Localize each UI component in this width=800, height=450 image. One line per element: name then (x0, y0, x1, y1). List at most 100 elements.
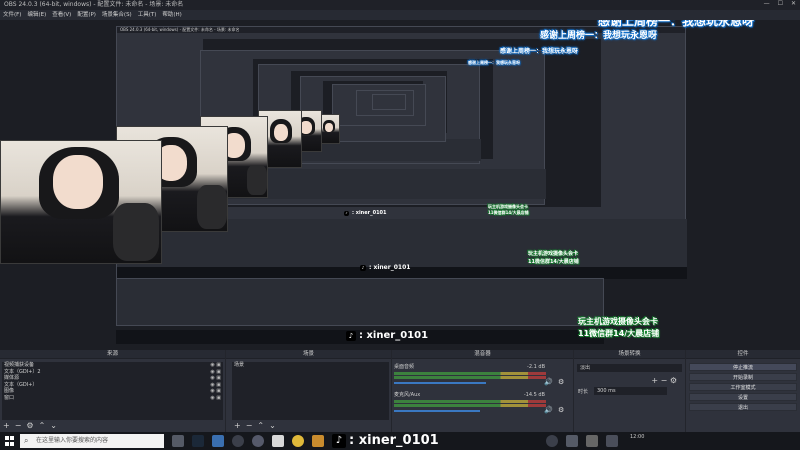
eye-lock-icons[interactable]: ◉ ▣ (210, 395, 221, 402)
studio-mode-button[interactable]: 工作室模式 (689, 383, 797, 391)
promo-overlay-copy3-line2: 11微信群14/大晨店铺 (488, 210, 529, 215)
menu-view[interactable]: 查看(V) (52, 10, 71, 20)
app-icon[interactable] (566, 435, 578, 447)
promo-overlay-copy1-line1: 玩主机游戏摄像头会卡 (578, 317, 658, 326)
nickname-overlay-copy-2: ♪ : xiner_0101 (360, 264, 410, 271)
menu-profile[interactable]: 配置(P) (77, 10, 96, 20)
obs-icon[interactable] (252, 435, 264, 447)
eye-lock-icons[interactable]: ◉ ▣ (210, 382, 221, 389)
remove-icon[interactable]: − (246, 421, 253, 431)
nickname-text: : xiner_0101 (352, 210, 387, 216)
source-item[interactable]: 文本（GDI+）2 ◉ ▣ (2, 369, 223, 376)
menu-bar: 文件(F) 编辑(E) 查看(V) 配置(P) 场景集合(S) 工具(T) 帮助… (0, 10, 800, 20)
windows-start-icon[interactable] (5, 436, 15, 446)
sources-dock: 来源 视频捕获设备 ◉ ▣ 文本（GDI+）2 ◉ ▣ 媒体源 ◉ ▣ 文本（GDI+… (0, 350, 226, 432)
level-meter (394, 372, 546, 375)
window-controls: — ☐ ✕ (764, 0, 796, 10)
menu-scene-collection[interactable]: 场景集合(S) (102, 10, 132, 20)
mixer-track-mic: 麦克风/Aux -14.5 dB 🔊 ⚙ (394, 392, 571, 420)
volume-slider[interactable] (394, 382, 486, 384)
source-item[interactable]: 文本（GDI+） ◉ ▣ (2, 382, 223, 389)
transitions-dock: 场景转换 淡出 + − ⚙ 时长 300 ms (574, 350, 686, 432)
app-icon[interactable] (272, 435, 284, 447)
duration-label: 时长 (578, 389, 589, 395)
transition-add-remove: + − ⚙ (651, 376, 677, 385)
nickname-text: : xiner_0101 (349, 433, 439, 448)
stop-streaming-button[interactable]: 停止推流 (689, 363, 797, 371)
thanks-overlay-copy-1: 感谢上周榜一：我想玩永恩呀 (540, 31, 658, 41)
tiktok-icon: ♪ (332, 433, 346, 448)
mixer-dock-title: 混音器 (392, 350, 573, 359)
scene-item[interactable]: 场景 (232, 362, 389, 369)
preview-canvas[interactable]: OBS 24.0.3 (64-bit, windows) - 配置文件: 未命名… (0, 20, 800, 350)
sources-toolbar: + − ⚙ ⌃ ⌄ (3, 421, 57, 431)
app-icon[interactable] (546, 435, 558, 447)
start-recording-button[interactable]: 开始录制 (689, 373, 797, 381)
close-button[interactable]: ✕ (791, 0, 796, 10)
controls-dock-title: 控件 (686, 350, 800, 359)
taskbar-clock[interactable]: 12:00 (630, 434, 644, 440)
app-icon[interactable] (606, 435, 618, 447)
nested-docks-row (116, 278, 604, 326)
scenes-dock: 场景 场景 + − ⌃ ⌄ (226, 350, 392, 432)
source-item[interactable]: 媒体源 ◉ ▣ (2, 375, 223, 382)
app-icon[interactable] (212, 435, 224, 447)
source-item[interactable]: 视频捕获设备 ◉ ▣ (2, 362, 223, 369)
promo-overlay-copy1-line2: 11微信群14/大晨店铺 (578, 329, 660, 338)
promo-overlay-copy2-line1: 玩主机游戏摄像头会卡 (528, 251, 579, 257)
gear-icon[interactable]: ⚙ (670, 376, 677, 385)
remove-icon[interactable]: − (15, 421, 22, 431)
track-db: -14.5 dB (523, 392, 545, 398)
speaker-icon[interactable]: 🔊 (544, 378, 553, 386)
exit-button[interactable]: 退出 (689, 403, 797, 411)
eye-lock-icons[interactable]: ◉ ▣ (210, 388, 221, 395)
move-down-icon[interactable]: ⌄ (269, 421, 276, 431)
sources-dock-title: 来源 (0, 350, 225, 359)
gear-icon[interactable]: ⚙ (558, 378, 564, 386)
taskbar-search-input[interactable]: 在这里输入你要搜索的内容 (20, 434, 164, 448)
maximize-button[interactable]: ☐ (778, 0, 783, 10)
menu-file[interactable]: 文件(F) (3, 10, 21, 20)
minimize-button[interactable]: — (764, 0, 770, 10)
nickname-overlay-main: ♪ : xiner_0101 (332, 433, 439, 448)
steam-icon[interactable] (192, 435, 204, 447)
move-up-icon[interactable]: ⌃ (257, 421, 264, 431)
gear-icon[interactable]: ⚙ (26, 421, 33, 431)
sources-list[interactable]: 视频捕获设备 ◉ ▣ 文本（GDI+）2 ◉ ▣ 媒体源 ◉ ▣ 文本（GDI+） ◉ … (2, 362, 223, 420)
duration-input[interactable]: 300 ms (594, 387, 667, 395)
nested-obs-window-7 (372, 94, 406, 110)
source-item[interactable]: 窗口 ◉ ▣ (2, 395, 223, 402)
source-item[interactable]: 图像 ◉ ▣ (2, 388, 223, 395)
menu-help[interactable]: 帮助(H) (162, 10, 181, 20)
scenes-list[interactable]: 场景 (232, 362, 389, 420)
transition-select[interactable]: 淡出 (577, 364, 682, 372)
volume-slider[interactable] (394, 410, 480, 412)
menu-edit[interactable]: 编辑(E) (27, 10, 46, 20)
gear-icon[interactable]: ⚙ (558, 406, 564, 414)
dock-area: 来源 视频捕获设备 ◉ ▣ 文本（GDI+）2 ◉ ▣ 媒体源 ◉ ▣ 文本（GDI+… (0, 350, 800, 432)
app-icon[interactable] (586, 435, 598, 447)
settings-button[interactable]: 设置 (689, 393, 797, 401)
scenes-toolbar: + − ⌃ ⌄ (234, 421, 276, 431)
windows-taskbar: 在这里输入你要搜索的内容 ⌕ ♪ : xiner_0101 12:00 (0, 432, 800, 450)
level-meter (394, 376, 546, 379)
level-meter (394, 404, 546, 407)
eye-lock-icons[interactable]: ◉ ▣ (210, 375, 221, 382)
app-icon[interactable] (292, 435, 304, 447)
move-up-icon[interactable]: ⌃ (39, 421, 46, 431)
add-icon[interactable]: + (234, 421, 241, 431)
task-view-icon[interactable] (172, 435, 184, 447)
transitions-dock-title: 场景转换 (574, 350, 685, 359)
eye-lock-icons[interactable]: ◉ ▣ (210, 369, 221, 376)
app-icon[interactable] (312, 435, 324, 447)
obs-icon[interactable] (232, 435, 244, 447)
thanks-overlay-copy-3: 感谢上周榜一：我想玩永恩呀 (468, 60, 520, 65)
speaker-icon[interactable]: 🔊 (544, 406, 553, 414)
level-meter (394, 400, 546, 403)
remove-icon[interactable]: − (661, 376, 668, 385)
add-icon[interactable]: + (3, 421, 10, 431)
move-down-icon[interactable]: ⌄ (50, 421, 57, 431)
menu-tools[interactable]: 工具(T) (138, 10, 157, 20)
add-icon[interactable]: + (651, 376, 658, 385)
eye-lock-icons[interactable]: ◉ ▣ (210, 362, 221, 369)
